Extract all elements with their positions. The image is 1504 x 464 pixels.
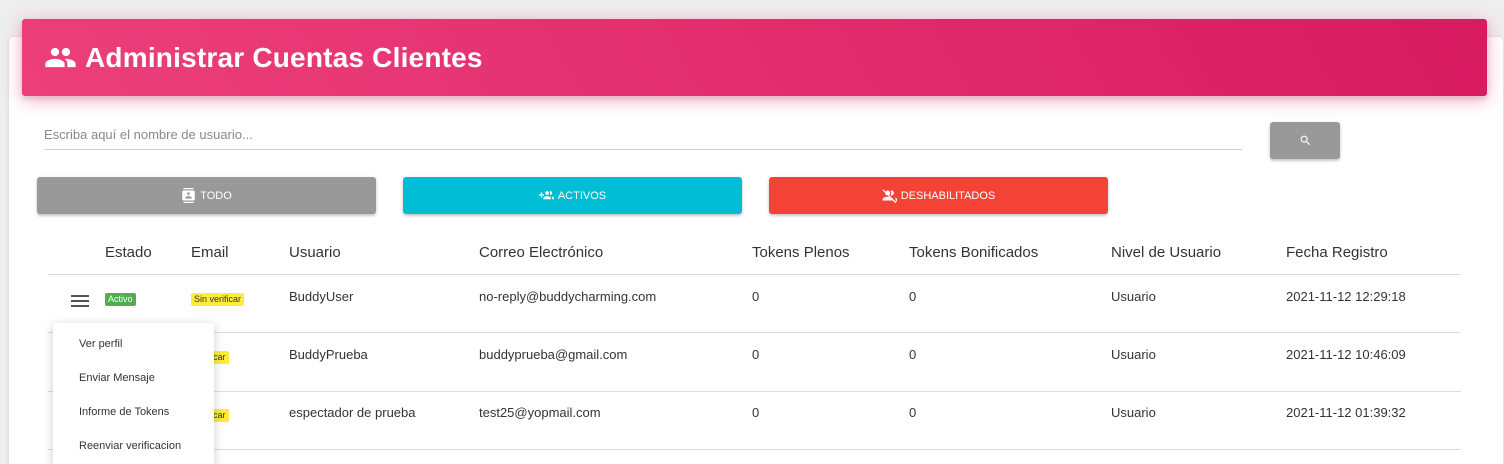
cell-tokens-bonificados: 0 xyxy=(909,405,917,420)
people-icon xyxy=(45,47,76,68)
cell-tokens-plenos: 0 xyxy=(752,347,760,362)
cell-nivel: Usuario xyxy=(1111,289,1156,304)
table-divider xyxy=(48,391,1461,392)
column-header-email[interactable]: Email xyxy=(191,244,229,261)
username-search-input[interactable] xyxy=(44,120,1242,150)
cell-usuario: BuddyPrueba xyxy=(289,347,368,362)
filter-deshabilitados-button[interactable]: DESHABILITADOS xyxy=(769,177,1108,214)
cell-usuario: BuddyUser xyxy=(289,289,354,304)
table-divider xyxy=(48,332,1461,333)
add-group-icon xyxy=(538,191,554,200)
filter-deshabilitados-label: DESHABILITADOS xyxy=(900,189,996,202)
disabled-user-icon xyxy=(882,189,897,203)
row-menu-icon[interactable] xyxy=(71,295,89,309)
contact-card-icon xyxy=(182,188,195,203)
search-button[interactable] xyxy=(1270,122,1340,159)
column-header-estado[interactable]: Estado xyxy=(105,244,152,261)
cell-nivel: Usuario xyxy=(1111,405,1156,420)
page-header: Administrar Cuentas Clientes xyxy=(22,19,1487,96)
cell-correo: no-reply@buddycharming.com xyxy=(479,289,657,304)
cell-correo: buddyprueba@gmail.com xyxy=(479,347,628,362)
row-action-menu: Ver perfil Enviar Mensaje Informe de Tok… xyxy=(53,323,214,464)
cell-tokens-bonificados: 0 xyxy=(909,289,917,304)
filter-activos-button[interactable]: ACTIVOS xyxy=(403,177,742,214)
filter-activos-label: ACTIVOS xyxy=(557,189,607,202)
page-title: Administrar Cuentas Clientes xyxy=(85,41,483,73)
cell-correo: test25@yopmail.com xyxy=(479,405,601,420)
column-header-tokens-plenos[interactable]: Tokens Plenos xyxy=(752,244,850,261)
menu-item-enviar-mensaje[interactable]: Enviar Mensaje xyxy=(79,372,155,384)
table-divider xyxy=(48,274,1461,275)
cell-usuario: espectador de prueba xyxy=(289,405,416,420)
cell-fecha: 2021-11-12 01:39:32 xyxy=(1286,405,1406,420)
cell-tokens-bonificados: 0 xyxy=(909,347,917,362)
column-header-tokens-bonificados[interactable]: Tokens Bonificados xyxy=(909,244,1038,261)
filter-todo-label: TODO xyxy=(200,189,232,202)
status-badge: Activo xyxy=(105,293,136,306)
cell-tokens-plenos: 0 xyxy=(752,289,760,304)
column-header-usuario[interactable]: Usuario xyxy=(289,244,341,261)
cell-fecha: 2021-11-12 10:46:09 xyxy=(1286,347,1406,362)
menu-item-informe-tokens[interactable]: Informe de Tokens xyxy=(79,406,169,418)
column-header-nivel[interactable]: Nivel de Usuario xyxy=(1111,244,1221,261)
email-status-badge: Sin verificar xyxy=(191,293,245,306)
filter-todo-button[interactable]: TODO xyxy=(37,177,376,214)
search-icon xyxy=(1300,135,1310,146)
column-header-correo[interactable]: Correo Electrónico xyxy=(479,244,603,261)
cell-nivel: Usuario xyxy=(1111,347,1156,362)
column-header-fecha[interactable]: Fecha Registro xyxy=(1286,244,1388,261)
menu-item-reenviar-verificacion[interactable]: Reenviar verificacion xyxy=(79,440,181,452)
cell-fecha: 2021-11-12 12:29:18 xyxy=(1286,289,1406,304)
table-divider xyxy=(48,449,1461,450)
menu-item-ver-perfil[interactable]: Ver perfil xyxy=(79,338,122,350)
cell-tokens-plenos: 0 xyxy=(752,405,760,420)
